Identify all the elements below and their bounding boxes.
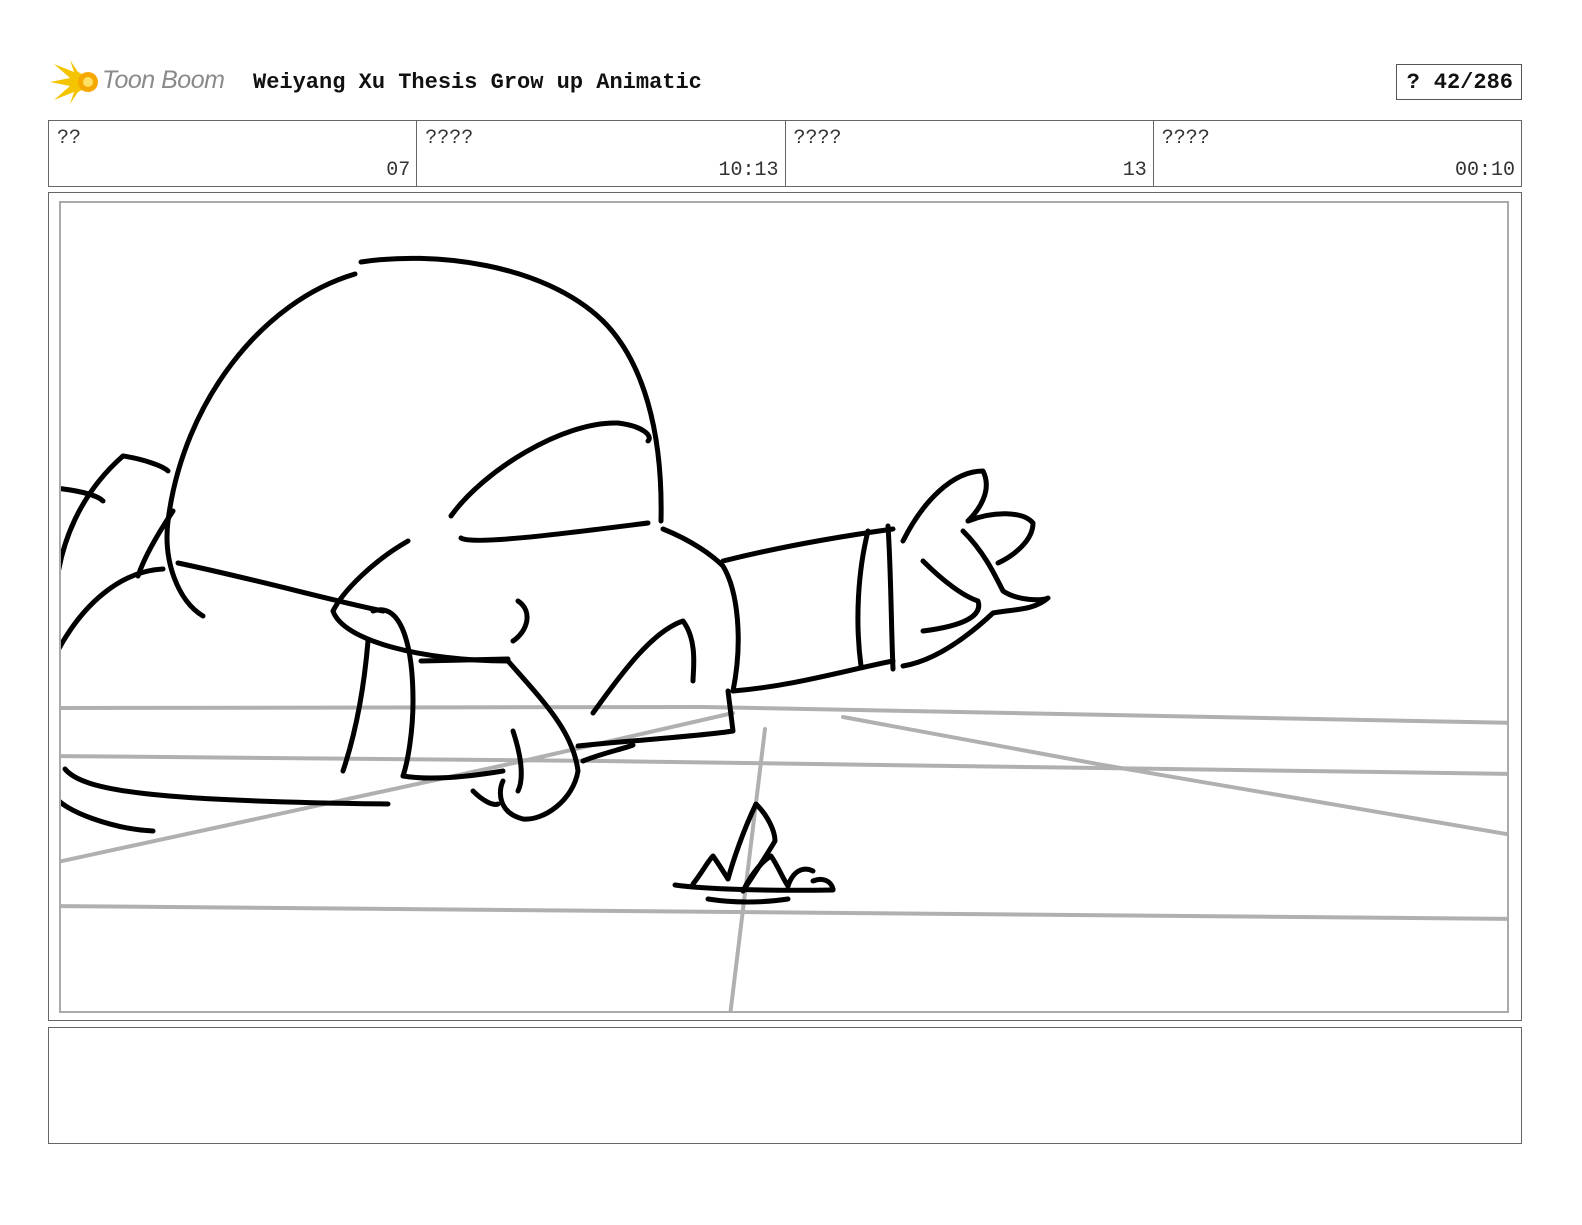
panel-info-row: ?? 07 ???? 10:13 ???? 13 ???? 00:10 (48, 120, 1522, 187)
info-cell-scene: ?? 07 (49, 121, 418, 186)
info-cell-panel: ???? 10:13 (417, 121, 786, 186)
perspective-guides (61, 704, 1507, 1011)
info-label: ?? (57, 127, 82, 150)
panel-drawing-area (59, 201, 1509, 1013)
starburst-logo-icon (50, 60, 98, 104)
info-cell-duration: ???? 00:10 (1154, 121, 1521, 186)
storyboard-header: Toon Boom Weiyang Xu Thesis Grow up Anim… (48, 58, 1522, 106)
character-sketch (61, 255, 1051, 834)
info-label: ???? (793, 127, 842, 150)
page-number: 42/286 (1433, 69, 1513, 95)
info-value: 07 (386, 159, 411, 182)
info-value: 10:13 (718, 159, 779, 182)
info-value: 13 (1122, 159, 1147, 182)
toon-boom-logo: Toon Boom (48, 58, 238, 106)
info-value: 00:10 (1454, 159, 1515, 182)
info-cell-number: ???? 13 (786, 121, 1154, 186)
info-label: ???? (1161, 127, 1210, 150)
page-prefix: ? (1406, 69, 1420, 95)
info-label: ???? (425, 127, 474, 150)
project-title: Weiyang Xu Thesis Grow up Animatic (253, 70, 702, 95)
sketch-drawing (61, 255, 1507, 1011)
panel-notes-box (48, 1027, 1522, 1144)
logo-text: Toon Boom (102, 66, 225, 94)
storyboard-panel (48, 192, 1522, 1021)
page-counter: ? 42/286 (1395, 64, 1522, 100)
